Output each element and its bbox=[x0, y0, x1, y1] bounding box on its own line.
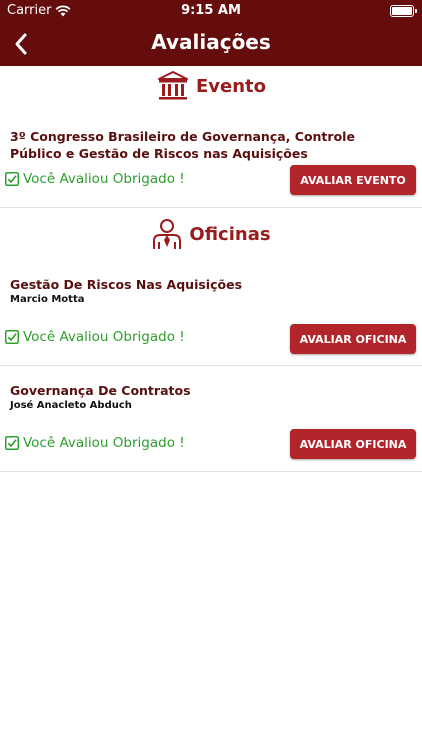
clock: 9:15 AM bbox=[181, 3, 241, 18]
workshops-section-header: Oficinas bbox=[0, 218, 422, 251]
divider bbox=[0, 471, 422, 472]
evaluate-event-button[interactable]: AVALIAR EVENTO bbox=[290, 165, 416, 195]
workshop-title: Governança De Contratos bbox=[10, 383, 191, 398]
evaluate-workshop-button[interactable]: AVALIAR OFICINA bbox=[290, 324, 416, 354]
event-section-title: Evento bbox=[195, 75, 267, 97]
divider bbox=[0, 207, 422, 208]
workshop-evaluated-status: Você Avaliou Obrigado ! bbox=[5, 329, 185, 345]
workshop-title: Gestão De Riscos Nas Aquisições bbox=[10, 277, 243, 292]
checkbox-checked-icon bbox=[5, 436, 19, 450]
checkbox-checked-icon bbox=[5, 330, 19, 344]
presenter-icon bbox=[153, 219, 182, 249]
event-evaluated-label: Você Avaliou Obrigado ! bbox=[23, 171, 185, 187]
divider bbox=[0, 365, 422, 366]
event-title: 3º Congresso Brasileiro de Governança, C… bbox=[10, 129, 355, 161]
status-bar: Carrier 9:15 AM bbox=[0, 0, 422, 22]
event-evaluated-status: Você Avaliou Obrigado ! bbox=[5, 171, 185, 187]
event-section-header: Evento bbox=[0, 70, 422, 102]
workshop-evaluated-label: Você Avaliou Obrigado ! bbox=[23, 329, 185, 345]
workshop-evaluated-status: Você Avaliou Obrigado ! bbox=[5, 435, 185, 451]
battery-icon bbox=[390, 5, 417, 17]
evaluate-workshop-button[interactable]: AVALIAR OFICINA bbox=[290, 429, 416, 459]
institution-icon bbox=[157, 71, 188, 100]
workshop-evaluated-label: Você Avaliou Obrigado ! bbox=[23, 435, 185, 451]
workshop-presenter: José Anacleto Abduch bbox=[10, 400, 132, 411]
checkbox-checked-icon bbox=[5, 172, 19, 186]
navigation-bar: Avaliações bbox=[0, 22, 422, 66]
workshop-presenter: Marcio Motta bbox=[10, 294, 85, 305]
workshops-section-title: Oficinas bbox=[189, 224, 271, 245]
page-title: Avaliações bbox=[151, 30, 271, 54]
